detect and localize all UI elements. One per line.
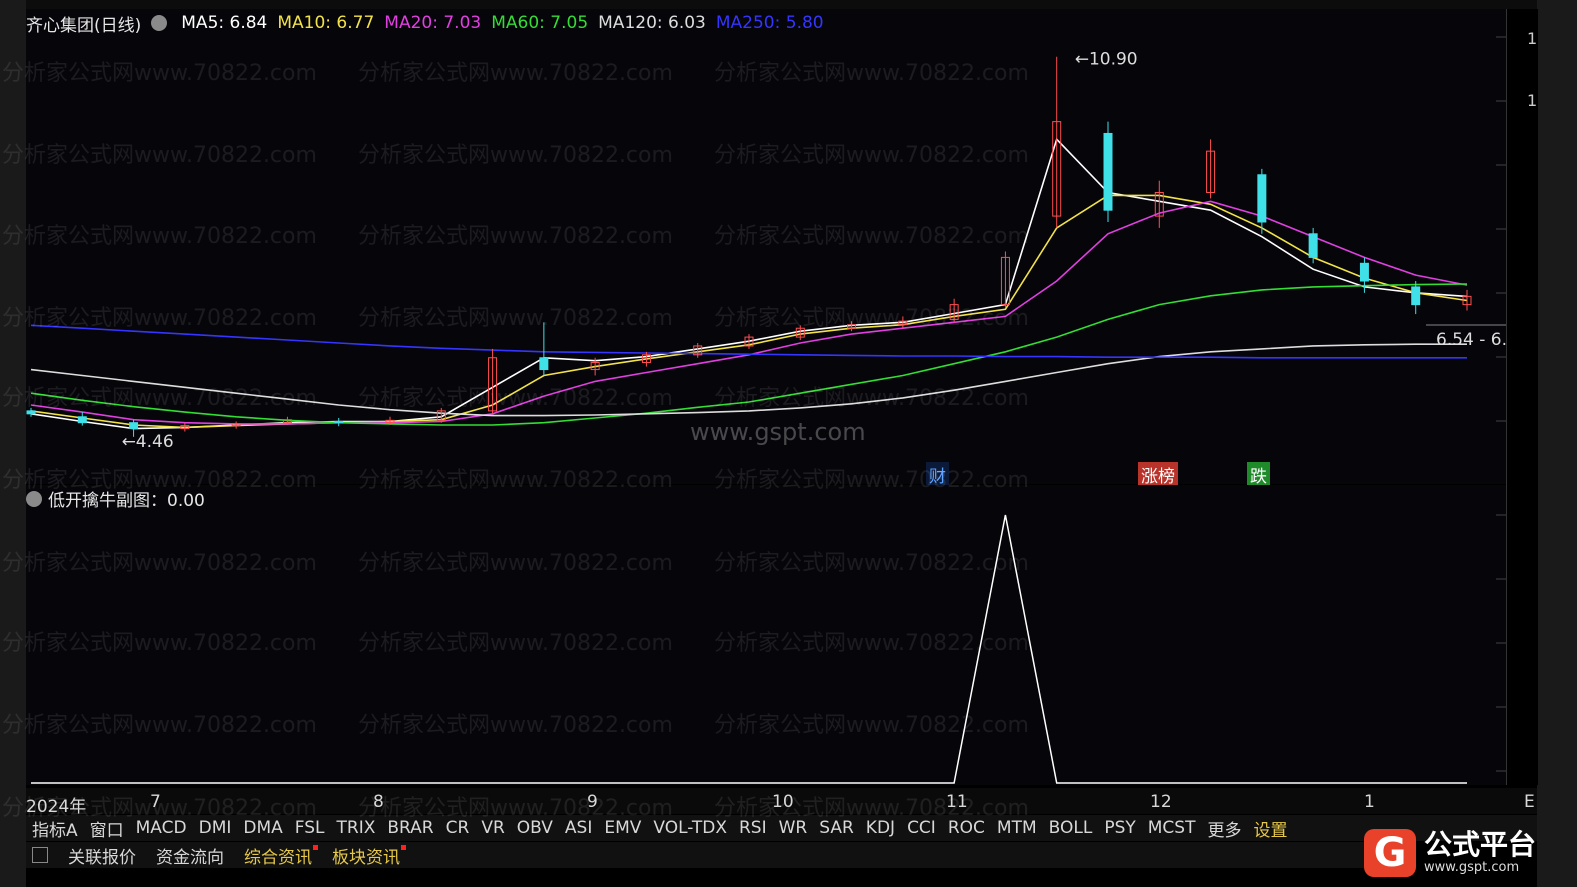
sub-chart-panel[interactable] [26, 485, 1506, 785]
tab-psy[interactable]: PSY [1098, 818, 1141, 838]
settings-icon[interactable] [151, 15, 168, 31]
tab-cci[interactable]: CCI [901, 818, 942, 838]
main-chart-panel[interactable]: ←10.90 ←4.46 6.54 - 6. [26, 9, 1507, 486]
news-link[interactable]: 综合资讯 [244, 843, 318, 868]
tab-kdj[interactable]: KDJ [860, 818, 901, 838]
candlestick-chart[interactable]: ←10.90 ←4.46 6.54 - 6. [26, 9, 1507, 486]
tab-rsi[interactable]: RSI [733, 818, 773, 838]
candle-down [1359, 262, 1369, 282]
tab-trix[interactable]: TRIX [331, 818, 382, 838]
candle-down [1257, 174, 1267, 223]
ma20-label: MA20: 7.03 [384, 13, 482, 33]
tab-sar[interactable]: SAR [813, 818, 860, 838]
gspt-logo: G 公式平台 www.gspt.com [1364, 826, 1556, 880]
sub-title: 低开擒牛副图：0.00 [48, 491, 205, 511]
ma250-label: MA250: 5.80 [715, 13, 824, 33]
candle-down [1411, 286, 1421, 306]
x-label-year: 2024年 [26, 797, 87, 817]
tab-vr[interactable]: VR [475, 818, 510, 838]
tab-vol-tdx[interactable]: VOL-TDX [647, 818, 733, 838]
x-label-11: 11 [946, 792, 968, 812]
tab-roc[interactable]: ROC [942, 818, 991, 838]
x-label-12: 12 [1150, 792, 1172, 812]
ma10-label: MA10: 6.77 [277, 13, 375, 33]
tab-emv[interactable]: EMV [598, 818, 647, 838]
candle-down [1308, 233, 1318, 258]
site-watermark: www.gspt.com [690, 418, 866, 446]
tab-wr[interactable]: WR [773, 818, 814, 838]
tab-dma[interactable]: DMA [237, 818, 288, 838]
ma5-label: MA5: 6.84 [181, 13, 268, 33]
x-label-9: 9 [587, 792, 598, 812]
tab-mcst[interactable]: MCST [1142, 818, 1202, 838]
tab-obv[interactable]: OBV [511, 818, 559, 838]
tab-boll[interactable]: BOLL [1043, 818, 1099, 838]
y-tick-label: 1 [1527, 91, 1538, 110]
high-annotation: ←10.90 [1075, 50, 1138, 70]
x-label-1: 1 [1364, 792, 1375, 812]
indicator-tabs: 指标A 窗口 MACD DMI DMA FSL TRIX BRAR CR VR … [26, 815, 1537, 841]
tab-settings[interactable]: 设置 [1247, 816, 1293, 841]
sector-news-link[interactable]: 板块资讯 [332, 843, 406, 868]
x-label-10: 10 [772, 792, 794, 812]
ma-line-ma10 [30, 194, 1468, 429]
candle-down [77, 416, 87, 424]
logo-url: www.gspt.com [1424, 860, 1520, 875]
sub-legend: 低开擒牛副图：0.00 [26, 486, 205, 511]
x-label-e: E [1524, 792, 1535, 812]
right-frame [1537, 0, 1577, 887]
low-annotation: ←4.46 [122, 432, 174, 452]
logo-mark-icon: G [1364, 829, 1416, 877]
x-label-8: 8 [373, 792, 384, 812]
toggle-checkbox[interactable] [32, 847, 48, 863]
ma-line-ma20 [30, 200, 1468, 425]
ma-line-ma5 [30, 137, 1468, 430]
price-axis[interactable]: 1 1 [1506, 9, 1538, 785]
tab-more[interactable]: 更多 [1201, 816, 1247, 841]
indicator-chart[interactable] [26, 485, 1506, 785]
tab-fsl[interactable]: FSL [289, 818, 331, 838]
candle-down [129, 422, 139, 430]
tab-window[interactable]: 窗口 [84, 816, 130, 841]
ma-legend: 齐心集团(日线) MA5: 6.84 MA10: 6.77 MA20: 7.03… [26, 12, 824, 36]
candle-down [1103, 132, 1113, 211]
period-toolbar[interactable] [26, 0, 1537, 9]
ma60-label: MA60: 7.05 [491, 13, 589, 33]
left-frame [0, 0, 26, 887]
x-label-7: 7 [150, 792, 161, 812]
related-quotes-link[interactable]: 关联报价 [68, 843, 136, 868]
fund-flow-link[interactable]: 资金流向 [156, 843, 224, 868]
candle-down [26, 410, 36, 415]
tab-macd[interactable]: MACD [130, 818, 193, 838]
right-annotation: 6.54 - 6. [1436, 330, 1506, 350]
logo-name: 公式平台 [1424, 828, 1537, 861]
indicator-settings-icon[interactable] [26, 490, 42, 507]
candle-down [539, 357, 549, 371]
candle-down [334, 421, 344, 424]
tag-die[interactable]: 跌 [1247, 462, 1270, 487]
info-bar: 关联报价 资金流向 综合资讯 板块资讯 [26, 842, 1366, 868]
stock-title: 齐心集团(日线) [26, 15, 142, 36]
tab-asi[interactable]: ASI [559, 818, 598, 838]
tab-mtm[interactable]: MTM [991, 818, 1043, 838]
indicator-line [31, 514, 1467, 784]
tab-dmi[interactable]: DMI [193, 818, 238, 838]
ma120-label: MA120: 6.03 [598, 13, 706, 33]
y-tick-label: 1 [1527, 29, 1538, 48]
tag-cai[interactable]: 财 [926, 462, 949, 487]
tag-zhangbang[interactable]: 涨榜 [1138, 462, 1178, 487]
tab-brar[interactable]: BRAR [381, 818, 439, 838]
tab-indicator-a[interactable]: 指标A [26, 816, 84, 841]
tab-cr[interactable]: CR [440, 818, 476, 838]
